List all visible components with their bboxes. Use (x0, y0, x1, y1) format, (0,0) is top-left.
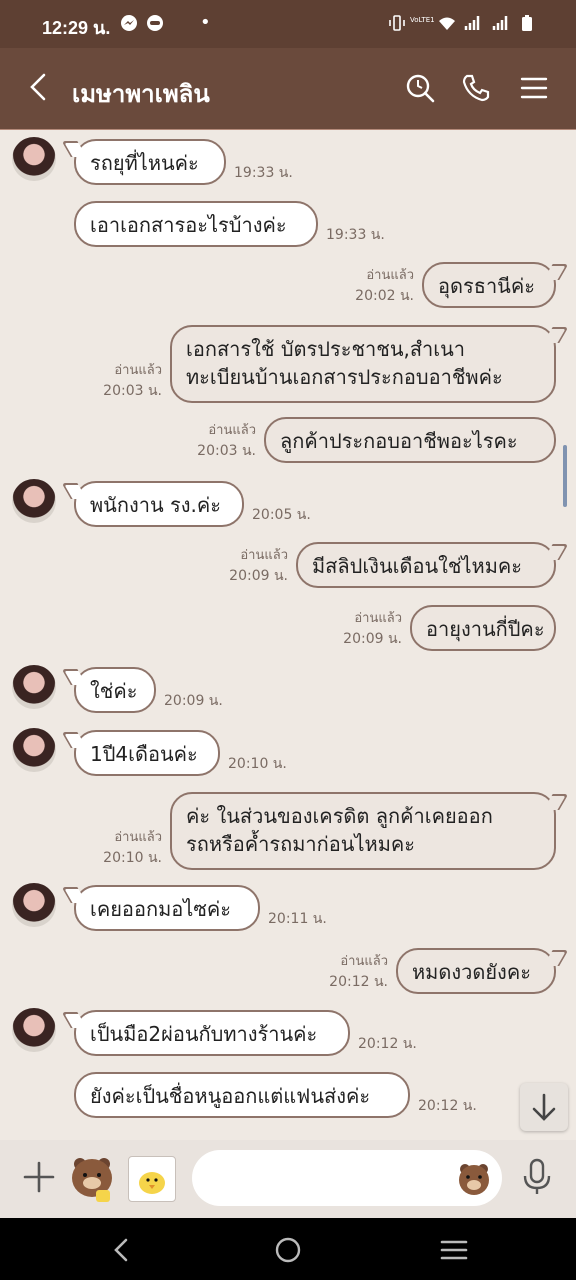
clock: 12:29 น. (42, 18, 111, 38)
message-line: เอกสารใช้ บัตรประชาชน,สำเนา (186, 337, 466, 361)
contact-avatar[interactable] (12, 883, 56, 927)
status-bar: 12:29 น. • VoLTE1 (0, 0, 576, 48)
read-receipt: อ่านแล้ว (208, 423, 256, 438)
contact-avatar[interactable] (12, 479, 56, 523)
message-timestamp: 20:12 น. (329, 974, 388, 990)
chat-header: เมษาพาเพลิน (0, 48, 576, 130)
message-meta: อ่านแล้ว 20:03 น. (103, 361, 162, 401)
incoming-message-bubble[interactable]: รถยุที่ไหนค่ะ (74, 139, 226, 185)
signal-icon-1 (464, 16, 480, 30)
back-arrow-icon[interactable] (24, 72, 54, 102)
nav-home-icon[interactable] (274, 1236, 302, 1264)
microphone-icon[interactable] (522, 1158, 552, 1196)
vibrate-icon (389, 15, 405, 31)
message-input[interactable] (192, 1150, 502, 1206)
nav-recents-icon[interactable] (440, 1236, 468, 1264)
system-nav-bar (0, 1218, 576, 1280)
line-app-icon (147, 15, 163, 31)
chat-title: เมษาพาเพลิน (72, 80, 210, 108)
read-receipt: อ่านแล้ว (340, 954, 388, 969)
brown-bear-sticker-icon[interactable] (66, 1152, 118, 1204)
message-line: ทะเบียนบ้านเอกสารประกอบอาชีพค่ะ (186, 365, 503, 389)
contact-avatar[interactable] (12, 137, 56, 181)
read-receipt: อ่านแล้ว (240, 548, 288, 563)
message-timestamp: 20:05 น. (252, 507, 311, 523)
message-timestamp: 20:11 น. (268, 911, 327, 927)
outgoing-message-bubble[interactable]: อุดรธานีค่ะ (422, 262, 556, 308)
outgoing-message-bubble[interactable]: ลูกค้าประกอบอาชีพอะไรคะ (264, 417, 556, 463)
message-line: รถหรือค้ำรถมาก่อนไหมคะ (186, 832, 416, 856)
scrollbar-thumb[interactable] (563, 445, 567, 507)
outgoing-message-bubble[interactable]: เอกสารใช้ บัตรประชาชน,สำเนาทะเบียนบ้านเอ… (170, 325, 556, 403)
message-meta: อ่านแล้ว 20:09 น. (343, 609, 402, 649)
message-line: ค่ะ ในส่วนของเครดิต ลูกค้าเคยออก (186, 804, 493, 828)
message-timestamp: 19:33 น. (326, 227, 385, 243)
message-timestamp: 20:12 น. (358, 1036, 417, 1052)
incoming-message-bubble[interactable]: ใช่ค่ะ (74, 667, 156, 713)
read-receipt: อ่านแล้ว (366, 268, 414, 283)
emoji-icon[interactable] (456, 1160, 492, 1196)
incoming-message-bubble[interactable]: เป็นมือ2ผ่อนกับทางร้านค่ะ (74, 1010, 350, 1056)
sally-chick-icon (139, 1172, 165, 1194)
contact-avatar[interactable] (12, 665, 56, 709)
chat-message-list[interactable]: รถยุที่ไหนค่ะ 19:33 น. เอาเอกสารอะไรบ้างค่… (0, 129, 576, 1140)
message-meta: อ่านแล้ว 20:10 น. (103, 828, 162, 868)
photo-sticker-icon[interactable] (128, 1156, 176, 1202)
message-meta: อ่านแล้ว 20:12 น. (329, 952, 388, 992)
nav-back-icon[interactable] (108, 1236, 136, 1264)
message-timestamp: 20:03 น. (197, 443, 256, 459)
message-meta: อ่านแล้ว 20:09 น. (229, 546, 288, 586)
message-timestamp: 20:09 น. (164, 693, 223, 709)
plus-icon[interactable] (22, 1160, 56, 1194)
message-timestamp: 20:09 น. (343, 631, 402, 647)
message-timestamp: 20:12 น. (418, 1098, 477, 1114)
outgoing-message-bubble[interactable]: หมดงวดยังคะ (396, 948, 556, 994)
wifi-icon (439, 17, 455, 30)
incoming-message-bubble[interactable]: ยังค่ะเป็นชื่อหนูออกแต่แฟนส่งค่ะ (74, 1072, 410, 1118)
menu-icon[interactable] (518, 72, 550, 104)
contact-avatar[interactable] (12, 728, 56, 772)
message-timestamp: 20:10 น. (103, 850, 162, 866)
incoming-message-bubble[interactable]: เอาเอกสารอะไรบ้างค่ะ (74, 201, 318, 247)
messenger-icon (121, 15, 137, 31)
incoming-message-bubble[interactable]: เคยออกมอไซค่ะ (74, 885, 260, 931)
message-meta: อ่านแล้ว 20:02 น. (355, 266, 414, 306)
search-history-icon[interactable] (404, 72, 436, 104)
message-timestamp: 20:02 น. (355, 288, 414, 304)
phone-call-icon[interactable] (460, 72, 492, 104)
contact-avatar[interactable] (12, 1008, 56, 1052)
read-receipt: อ่านแล้ว (114, 363, 162, 378)
volte-icon: VoLTE1 (410, 16, 435, 24)
incoming-message-bubble[interactable]: พนักงาน รง.ค่ะ (74, 481, 244, 527)
battery-icon (522, 15, 532, 31)
message-timestamp: 19:33 น. (234, 165, 293, 181)
message-timestamp: 20:09 น. (229, 568, 288, 584)
read-receipt: อ่านแล้ว (354, 611, 402, 626)
message-meta: อ่านแล้ว 20:03 น. (197, 421, 256, 461)
read-receipt: อ่านแล้ว (114, 830, 162, 845)
message-timestamp: 20:03 น. (103, 383, 162, 399)
signal-icon-2 (492, 16, 508, 30)
scroll-to-bottom-button[interactable] (520, 1083, 568, 1131)
incoming-message-bubble[interactable]: 1ปี4เดือนค่ะ (74, 730, 220, 776)
outgoing-message-bubble[interactable]: ค่ะ ในส่วนของเครดิต ลูกค้าเคยออกรถหรือค้… (170, 792, 556, 870)
message-timestamp: 20:10 น. (228, 756, 287, 772)
message-input-bar (0, 1140, 576, 1218)
arrow-down-icon (532, 1093, 556, 1121)
outgoing-message-bubble[interactable]: มีสลิปเงินเดือนใช่ไหมคะ (296, 542, 556, 588)
notification-dot: • (200, 12, 211, 33)
outgoing-message-bubble[interactable]: อายุงานกี่ปีคะ (410, 605, 556, 651)
